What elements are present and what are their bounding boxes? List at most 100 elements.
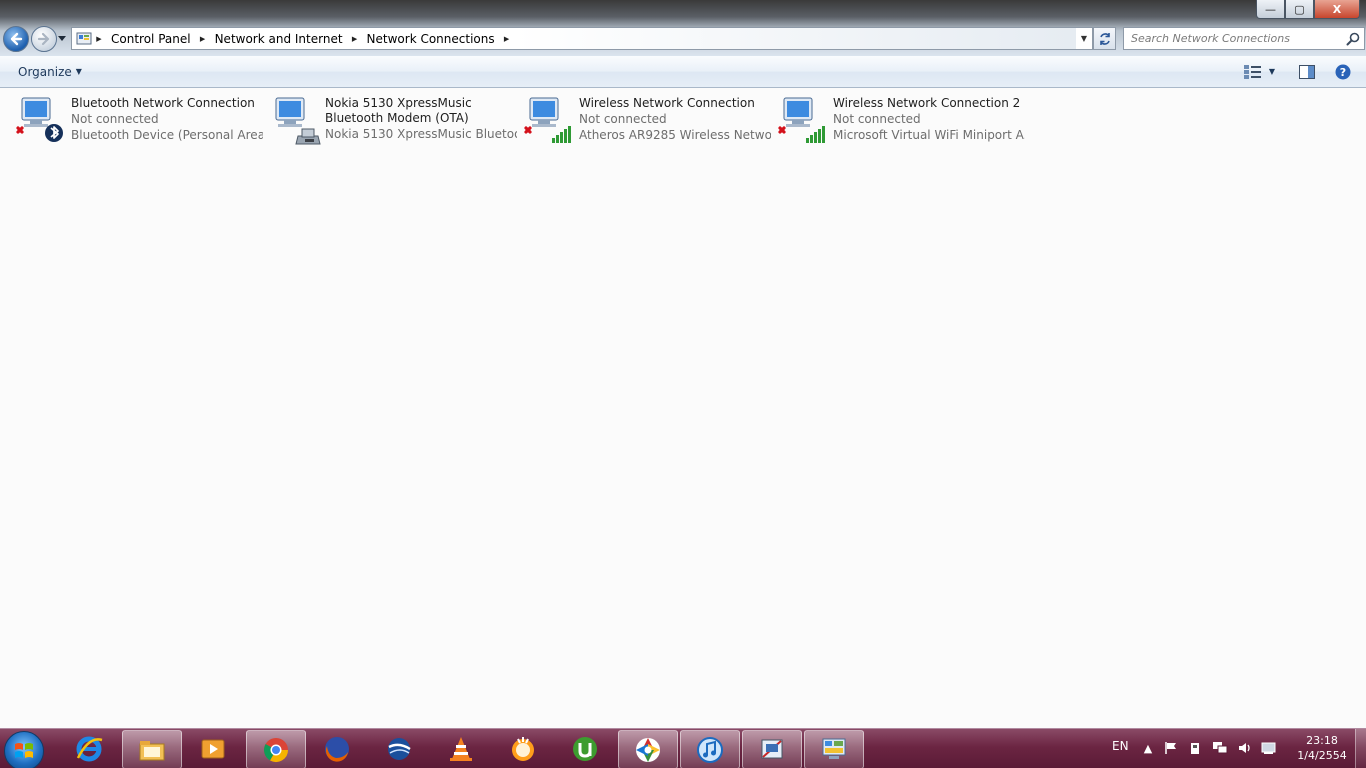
taskbar-picasa[interactable] — [618, 730, 678, 768]
network-adapter-icon — [275, 97, 321, 145]
chevron-down-icon: ▼ — [75, 67, 82, 76]
recent-pages-dropdown-icon[interactable] — [58, 34, 66, 42]
internet-explorer-icon — [76, 736, 103, 761]
address-dropdown-icon[interactable]: ▼ — [1076, 34, 1092, 43]
start-button[interactable] — [4, 731, 44, 768]
system-clock[interactable]: 23:18 1/4/2554 — [1292, 733, 1352, 763]
connections-list: Bluetooth Network Connection Not connect… — [0, 88, 1366, 728]
volume-icon[interactable] — [1237, 740, 1253, 756]
taskbar-utorrent[interactable] — [556, 730, 614, 767]
safely-remove-hardware-icon[interactable] — [1187, 740, 1203, 756]
connection-text: Wireless Network Connection 2 Not connec… — [833, 96, 1025, 143]
connection-wireless-2[interactable]: Wireless Network Connection 2 Not connec… — [778, 96, 1028, 156]
breadcrumb-separator-icon[interactable]: ▶ — [196, 35, 210, 43]
breadcrumb-separator-icon[interactable]: ▶ — [92, 35, 106, 43]
taskbar-snipping-tool[interactable] — [742, 730, 802, 768]
taskbar-network-connections[interactable] — [804, 730, 864, 768]
show-desktop-button[interactable] — [1355, 729, 1366, 768]
connection-wireless[interactable]: Wireless Network Connection Not connecte… — [524, 96, 774, 156]
refresh-icon — [1099, 32, 1110, 45]
taskbar-internet-explorer[interactable] — [60, 730, 118, 767]
language-indicator[interactable]: EN — [1112, 739, 1129, 753]
connection-device: Atheros AR9285 Wireless Network... — [579, 128, 771, 142]
taskbar-firefox[interactable] — [308, 730, 366, 767]
search-input[interactable] — [1124, 28, 1345, 49]
taskbar-google-earth[interactable] — [370, 730, 428, 767]
network-tray-icon[interactable] — [1212, 740, 1228, 756]
battery-power-icon[interactable] — [1261, 740, 1277, 756]
close-button[interactable]: X — [1314, 0, 1360, 19]
clock-time: 23:18 — [1306, 734, 1338, 747]
connection-device: Microsoft Virtual WiFi Miniport A... — [833, 128, 1025, 142]
taskbar-windows-explorer[interactable] — [122, 730, 182, 768]
window-controls: — ▢ X — [1256, 0, 1360, 19]
connection-text: Nokia 5130 XpressMusic Bluetooth Modem (… — [325, 96, 517, 142]
chrome-icon — [263, 737, 288, 762]
breadcrumb-network-and-internet[interactable]: Network and Internet — [210, 32, 348, 46]
utorrent-icon — [573, 736, 597, 761]
connection-status: Not connected — [579, 112, 667, 126]
action-center-flag-icon[interactable] — [1163, 740, 1179, 756]
preview-pane-icon — [1299, 64, 1315, 79]
preview-pane-button[interactable] — [1298, 63, 1316, 80]
search-icon[interactable] — [1345, 31, 1361, 47]
connection-status: Not connected — [833, 112, 921, 126]
network-adapter-icon — [778, 97, 825, 143]
change-view-button[interactable] — [1243, 63, 1261, 80]
taskbar-jetaudio[interactable] — [494, 730, 552, 767]
window-title-bar: — ▢ X ▶ Control Panel ▶ Network and Inte… — [0, 0, 1366, 56]
connection-text: Bluetooth Network Connection Not connect… — [71, 96, 263, 143]
taskbar-chrome[interactable] — [246, 730, 306, 768]
breadcrumb-separator-icon[interactable]: ▶ — [500, 35, 514, 43]
network-connections-icon — [822, 738, 846, 759]
help-icon: ? — [1335, 64, 1351, 79]
connection-status: Not connected — [71, 112, 159, 126]
command-bar: Organize ▼ ▼ ? — [0, 56, 1366, 88]
refresh-button[interactable] — [1093, 27, 1116, 50]
picasa-icon — [636, 737, 660, 762]
maximize-button[interactable]: ▢ — [1285, 0, 1314, 19]
connection-name: Nokia 5130 XpressMusic Bluetooth Modem (… — [325, 96, 472, 125]
breadcrumb-network-connections[interactable]: Network Connections — [362, 32, 500, 46]
network-adapter-icon — [524, 97, 571, 143]
google-earth-icon — [388, 737, 411, 760]
connection-name: Wireless Network Connection — [579, 96, 755, 110]
disabled-x-icon — [16, 126, 24, 134]
view-dropdown-button[interactable]: ▼ — [1265, 63, 1279, 80]
organize-label: Organize — [18, 64, 72, 79]
taskbar-vlc[interactable] — [432, 730, 490, 767]
back-button[interactable] — [3, 26, 29, 52]
minimize-button[interactable]: — — [1256, 0, 1285, 19]
connection-text: Wireless Network Connection Not connecte… — [579, 96, 771, 143]
network-adapter-icon — [16, 97, 63, 142]
itunes-icon — [697, 736, 723, 763]
view-options-icon — [1243, 64, 1261, 79]
jetaudio-icon — [512, 736, 534, 761]
chevron-down-icon: ▼ — [1268, 67, 1276, 76]
firefox-icon — [325, 736, 349, 762]
address-bar-empty-area[interactable] — [513, 28, 1076, 49]
connection-device: Nokia 5130 XpressMusic Bluetoot... — [325, 127, 517, 141]
windows-logo-icon — [15, 743, 33, 758]
search-box — [1123, 27, 1365, 50]
connection-device: Bluetooth Device (Personal Area ... — [71, 128, 263, 142]
connection-nokia-modem[interactable]: Nokia 5130 XpressMusic Bluetooth Modem (… — [270, 96, 520, 156]
windows-explorer-icon — [139, 740, 165, 760]
taskbar-itunes[interactable] — [680, 730, 740, 768]
back-arrow-icon — [10, 32, 23, 46]
breadcrumb-separator-icon[interactable]: ▶ — [348, 35, 362, 43]
forward-arrow-icon — [37, 32, 50, 46]
organize-button[interactable]: Organize ▼ — [12, 63, 88, 80]
breadcrumb-control-panel[interactable]: Control Panel — [106, 32, 196, 46]
connection-name: Wireless Network Connection 2 — [833, 96, 1021, 110]
media-player-icon — [201, 739, 225, 758]
taskbar-media-player[interactable] — [184, 730, 242, 767]
address-bar[interactable]: ▶ Control Panel ▶ Network and Internet ▶… — [71, 27, 1093, 50]
help-button[interactable]: ? — [1334, 63, 1352, 80]
forward-button[interactable] — [31, 26, 57, 52]
breadcrumb: Control Panel ▶ Network and Internet ▶ N… — [106, 28, 514, 49]
connection-bluetooth[interactable]: Bluetooth Network Connection Not connect… — [16, 96, 266, 156]
control-panel-icon — [76, 32, 92, 44]
connection-name: Bluetooth Network Connection — [71, 96, 255, 110]
show-hidden-icons-icon[interactable]: ▲ — [1140, 740, 1156, 756]
